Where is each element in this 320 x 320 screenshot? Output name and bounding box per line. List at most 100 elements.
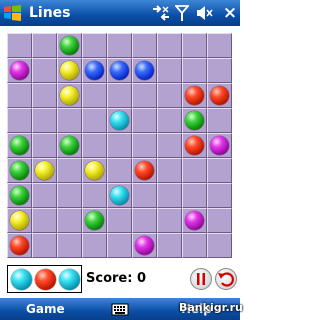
red-ball[interactable] <box>210 86 229 105</box>
red-ball[interactable] <box>10 236 29 255</box>
board-cell[interactable] <box>107 158 132 183</box>
board-cell[interactable] <box>207 108 232 133</box>
board-cell[interactable] <box>132 133 157 158</box>
board-cell[interactable] <box>57 58 82 83</box>
board-cell[interactable] <box>7 233 32 258</box>
board-cell[interactable] <box>107 233 132 258</box>
board-cell[interactable] <box>157 208 182 233</box>
board-cell[interactable] <box>7 58 32 83</box>
blue-ball[interactable] <box>110 61 129 80</box>
blue-ball[interactable] <box>135 61 154 80</box>
board-cell[interactable] <box>132 158 157 183</box>
board-cell[interactable] <box>32 233 57 258</box>
board-cell[interactable] <box>57 233 82 258</box>
purple-ball[interactable] <box>185 211 204 230</box>
connectivity-icon[interactable] <box>150 4 172 22</box>
green-ball[interactable] <box>60 136 79 155</box>
blue-ball[interactable] <box>85 61 104 80</box>
board-cell[interactable] <box>107 58 132 83</box>
board-cell[interactable] <box>182 158 207 183</box>
board-cell[interactable] <box>32 33 57 58</box>
board-cell[interactable] <box>82 83 107 108</box>
board-cell[interactable] <box>32 108 57 133</box>
board-cell[interactable] <box>182 83 207 108</box>
purple-ball[interactable] <box>135 236 154 255</box>
pause-button[interactable] <box>190 268 212 290</box>
board-cell[interactable] <box>157 133 182 158</box>
board-cell[interactable] <box>207 233 232 258</box>
board-cell[interactable] <box>57 158 82 183</box>
board-cell[interactable] <box>157 108 182 133</box>
board-cell[interactable] <box>132 83 157 108</box>
board-cell[interactable] <box>107 133 132 158</box>
board-cell[interactable] <box>107 108 132 133</box>
board-cell[interactable] <box>182 108 207 133</box>
yellow-ball[interactable] <box>60 86 79 105</box>
volume-icon[interactable] <box>195 4 213 22</box>
board-cell[interactable] <box>157 183 182 208</box>
red-ball[interactable] <box>135 161 154 180</box>
yellow-ball[interactable] <box>10 211 29 230</box>
board-cell[interactable] <box>32 208 57 233</box>
game-board[interactable] <box>7 33 232 258</box>
board-cell[interactable] <box>182 33 207 58</box>
red-ball[interactable] <box>185 136 204 155</box>
board-cell[interactable] <box>7 158 32 183</box>
board-cell[interactable] <box>182 58 207 83</box>
board-cell[interactable] <box>82 158 107 183</box>
green-ball[interactable] <box>185 111 204 130</box>
board-cell[interactable] <box>7 183 32 208</box>
board-cell[interactable] <box>132 58 157 83</box>
game-menu-softkey[interactable]: Game <box>26 300 65 318</box>
board-cell[interactable] <box>82 233 107 258</box>
board-cell[interactable] <box>157 83 182 108</box>
board-cell[interactable] <box>7 83 32 108</box>
board-cell[interactable] <box>132 183 157 208</box>
board-cell[interactable] <box>207 208 232 233</box>
board-cell[interactable] <box>157 158 182 183</box>
board-cell[interactable] <box>7 108 32 133</box>
undo-button[interactable] <box>215 268 237 290</box>
board-cell[interactable] <box>207 133 232 158</box>
board-cell[interactable] <box>132 108 157 133</box>
green-ball[interactable] <box>10 136 29 155</box>
board-cell[interactable] <box>32 133 57 158</box>
yellow-ball[interactable] <box>35 161 54 180</box>
board-cell[interactable] <box>107 33 132 58</box>
windows-start-icon[interactable] <box>3 4 22 22</box>
green-ball[interactable] <box>10 161 29 180</box>
board-cell[interactable] <box>182 133 207 158</box>
board-cell[interactable] <box>157 58 182 83</box>
yellow-ball[interactable] <box>60 61 79 80</box>
board-cell[interactable] <box>182 208 207 233</box>
green-ball[interactable] <box>85 211 104 230</box>
board-cell[interactable] <box>82 108 107 133</box>
signal-icon[interactable] <box>175 4 189 22</box>
board-cell[interactable] <box>57 83 82 108</box>
board-cell[interactable] <box>182 233 207 258</box>
board-cell[interactable] <box>32 158 57 183</box>
purple-ball[interactable] <box>10 61 29 80</box>
board-cell[interactable] <box>57 33 82 58</box>
green-ball[interactable] <box>10 186 29 205</box>
board-cell[interactable] <box>57 183 82 208</box>
board-cell[interactable] <box>32 83 57 108</box>
board-cell[interactable] <box>207 33 232 58</box>
board-cell[interactable] <box>132 233 157 258</box>
board-cell[interactable] <box>107 83 132 108</box>
board-cell[interactable] <box>157 33 182 58</box>
close-button[interactable]: × <box>222 3 238 23</box>
board-cell[interactable] <box>132 33 157 58</box>
board-cell[interactable] <box>32 183 57 208</box>
cyan-ball[interactable] <box>110 111 129 130</box>
keyboard-icon[interactable] <box>110 299 130 319</box>
board-cell[interactable] <box>57 208 82 233</box>
board-cell[interactable] <box>207 83 232 108</box>
yellow-ball[interactable] <box>85 161 104 180</box>
board-cell[interactable] <box>7 33 32 58</box>
red-ball[interactable] <box>185 86 204 105</box>
board-cell[interactable] <box>207 183 232 208</box>
green-ball[interactable] <box>60 36 79 55</box>
board-cell[interactable] <box>82 133 107 158</box>
board-cell[interactable] <box>207 58 232 83</box>
